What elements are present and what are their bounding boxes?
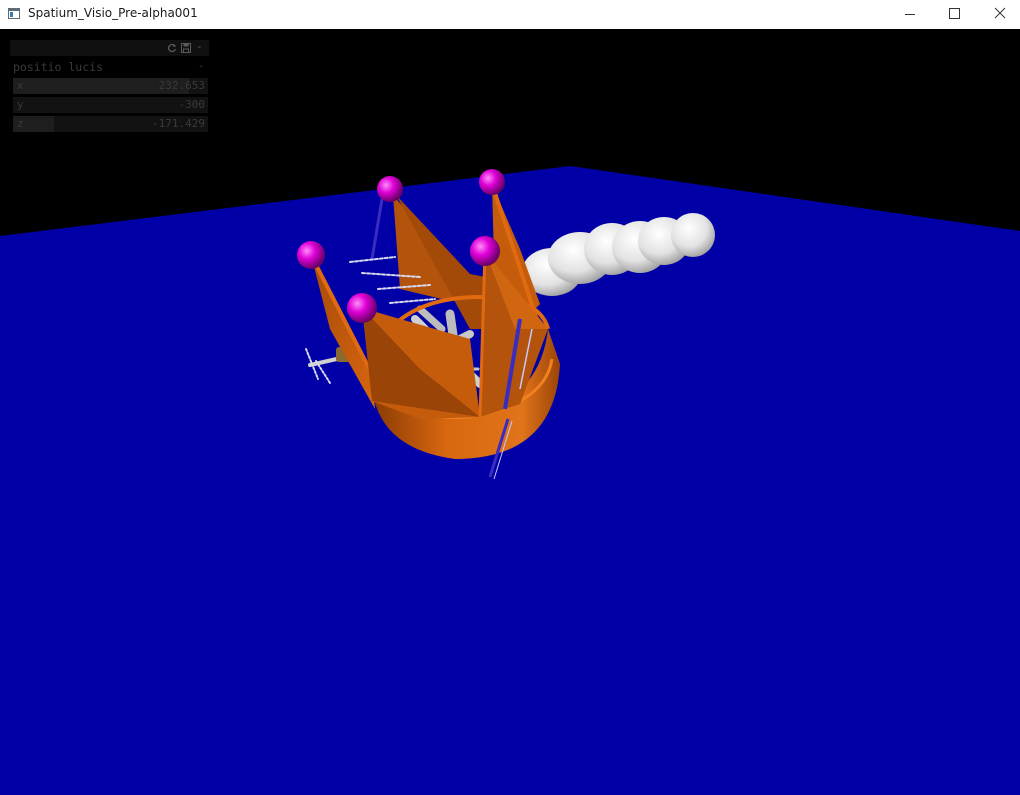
minimize-button[interactable] [886,0,932,29]
minimize-icon[interactable]: - [196,40,206,53]
gui-header: - [10,40,209,56]
refresh-icon[interactable] [167,43,177,53]
slider-value: 232.653 [158,79,205,92]
minimize-icon [905,14,915,15]
slider-y[interactable]: y -300 [13,97,208,113]
gui-panel: - positio lucis - x 232.653 y -300 z -17… [10,40,209,135]
window-app-icon [8,8,20,19]
maximize-button[interactable] [932,0,978,29]
jewel-left [297,241,325,269]
slider-label: z [17,117,24,130]
scene-canvas[interactable] [0,29,1020,795]
window-title: Spatium_Visio_Pre-alpha001 [28,6,198,20]
group-title[interactable]: positio lucis [13,60,103,74]
jewel-front [347,293,377,323]
close-button[interactable] [978,0,1020,29]
window-title-bar: Spatium_Visio_Pre-alpha001 [0,0,1020,29]
group-collapse-toggle[interactable]: - [198,59,205,72]
jewel-right [470,236,500,266]
slider-x[interactable]: x 232.653 [13,78,208,94]
slider-label: x [17,79,24,92]
jewel-back-right [479,169,505,195]
close-icon [994,7,1006,19]
slider-value: -171.429 [152,117,205,130]
slider-z[interactable]: z -171.429 [13,116,208,132]
slider-label: y [17,98,24,111]
maximize-icon [949,8,960,19]
save-icon[interactable] [181,43,191,53]
render-viewport[interactable]: - positio lucis - x 232.653 y -300 z -17… [0,29,1020,795]
slider-value: -300 [178,98,206,111]
jewel-back-left [377,176,403,202]
